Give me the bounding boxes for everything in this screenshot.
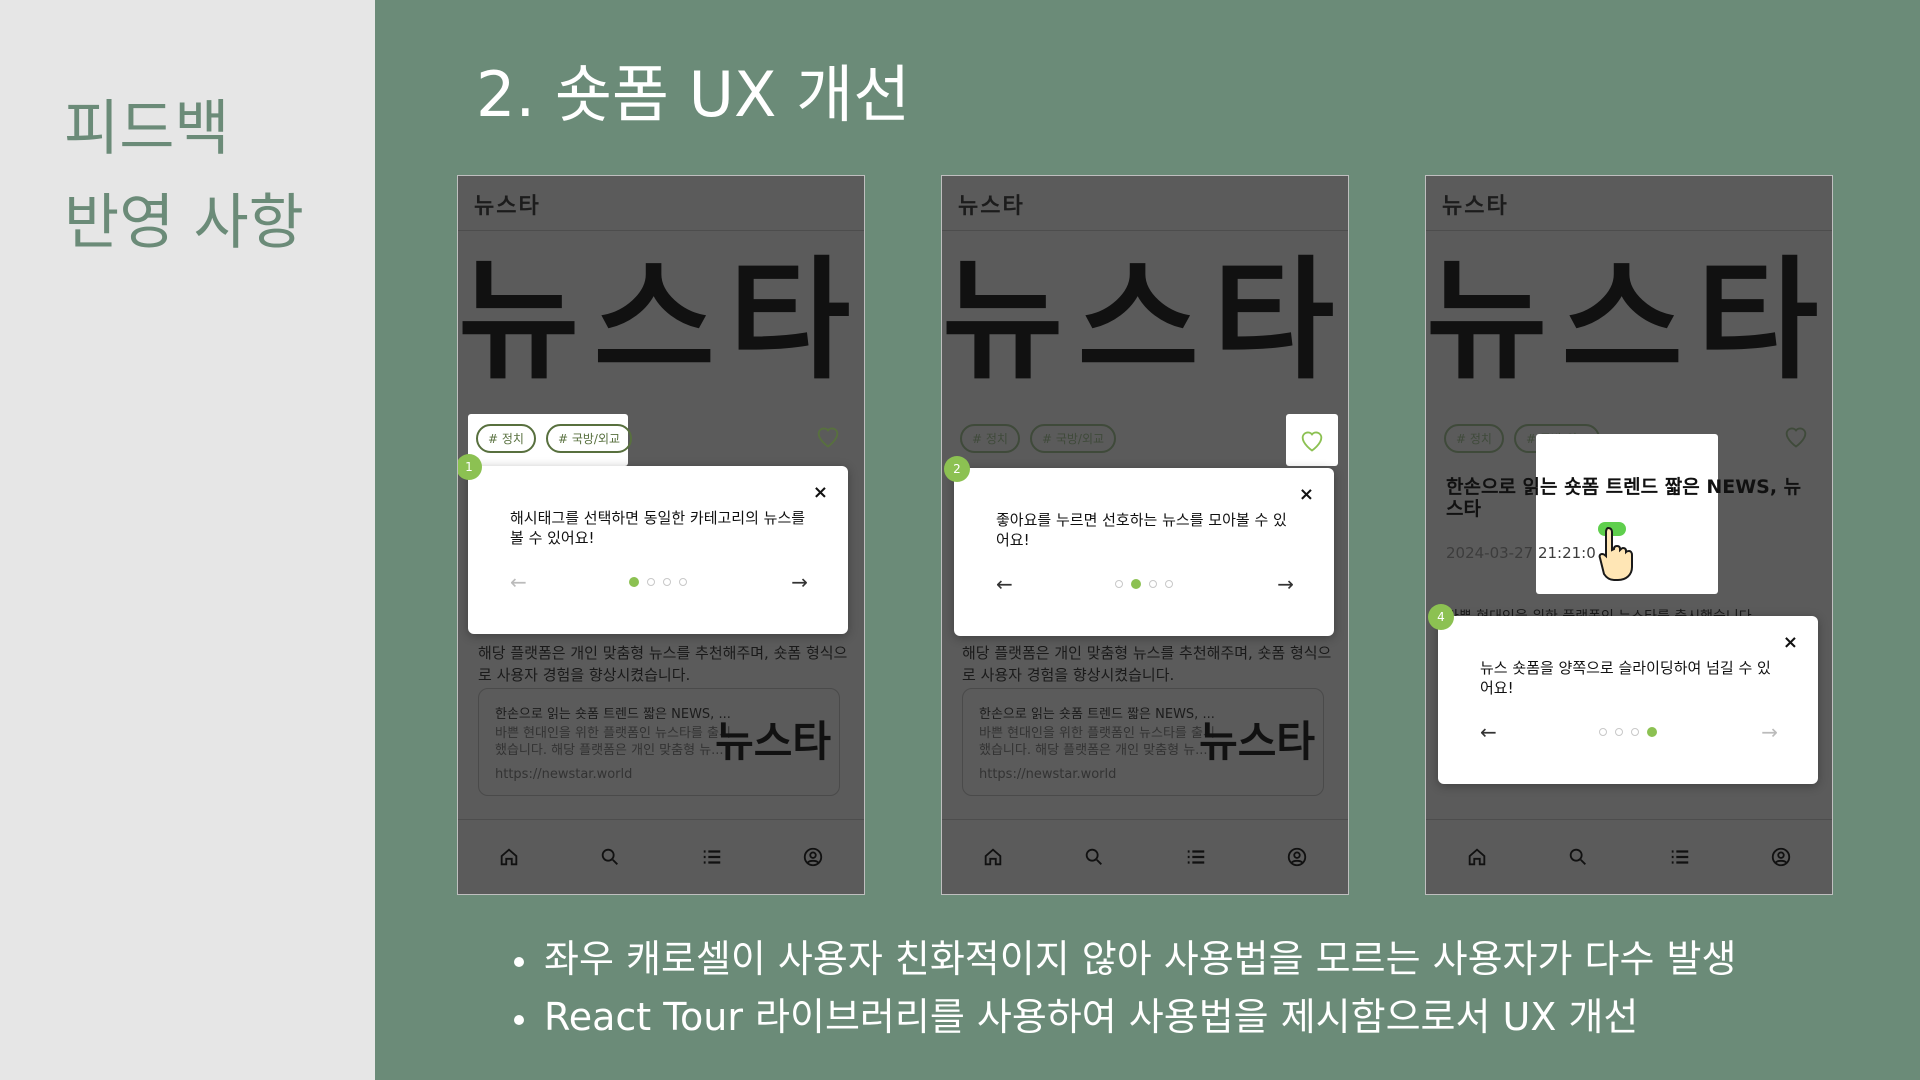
profile-icon[interactable] [1768, 844, 1794, 870]
tour-next-button[interactable]: → [791, 570, 808, 594]
hero-logo: 뉴스타 [458, 244, 865, 398]
app-header-title: 뉴스타 [958, 194, 1025, 219]
search-icon[interactable] [1081, 844, 1107, 870]
tour-next-button[interactable]: → [1761, 720, 1778, 744]
phone-screenshot-1: 뉴스타 뉴스타 # 정치 # 국방/외교 해당 플랫폼은 개인 맞춤형 뉴스를 … [457, 175, 865, 895]
hashtag-list: # 정치 # 국방/외교 [476, 424, 633, 453]
tour-next-button[interactable]: → [1277, 572, 1294, 596]
hero-logo: 뉴스타 [1426, 244, 1833, 398]
tour-dot[interactable] [629, 577, 639, 587]
hashtag-politics[interactable]: # 정치 [960, 424, 1020, 453]
hashtag-defense[interactable]: # 국방/외교 [545, 424, 633, 453]
bottom-nav [1426, 819, 1832, 894]
heart-icon[interactable] [814, 422, 842, 450]
link-card-desc: 바쁜 현대인을 위한 플랫폼인 뉴스타를 출시했습니다. 해당 플랫폼은 개인 … [979, 726, 1215, 758]
home-icon[interactable] [980, 844, 1006, 870]
phone-screenshot-2: 뉴스타 뉴스타 # 정치 # 국방/외교 해당 플랫폼은 개인 맞춤형 뉴스를 … [941, 175, 1349, 895]
app-header: 뉴스타 [942, 176, 1348, 231]
link-card-url: https://newstar.world [495, 767, 633, 782]
tour-dots [629, 577, 687, 587]
phone-screenshot-3: 뉴스타 뉴스타 # 정치 # 국방/외교 한손으로 읽는 숏폼 트렌드 짧은 N… [1425, 175, 1833, 895]
tour-text: 해시태그를 선택하면 동일한 카테고리의 뉴스를 볼 수 있어요! [510, 509, 806, 547]
list-icon[interactable] [699, 844, 725, 870]
tour-prev-button[interactable]: ← [996, 572, 1013, 596]
search-icon[interactable] [1565, 844, 1591, 870]
home-icon[interactable] [1464, 844, 1490, 870]
tour-close-button[interactable]: × [813, 482, 828, 503]
list-icon[interactable] [1667, 844, 1693, 870]
sidebar-title: 피드백 반영 사항 [64, 82, 304, 270]
bottom-nav [458, 819, 864, 894]
link-card-desc: 바쁜 현대인을 위한 플랫폼인 뉴스타를 출시했습니다. 해당 플랫폼은 개인 … [495, 726, 731, 758]
hashtag-politics[interactable]: # 정치 [1444, 424, 1504, 453]
bullet-item: React Tour 라이브러리를 사용하여 사용법을 제시함으로서 UX 개선 [510, 988, 1736, 1046]
app-header-title: 뉴스타 [1442, 194, 1509, 219]
home-icon[interactable] [496, 844, 522, 870]
link-preview-card[interactable]: 한손으로 읽는 숏폼 트렌드 짧은 NEWS, ... 바쁜 현대인을 위한 플… [478, 688, 840, 796]
tour-dot[interactable] [1149, 580, 1157, 588]
tour-dot[interactable] [679, 578, 687, 586]
link-preview-card[interactable]: 한손으로 읽는 숏폼 트렌드 짧은 NEWS, ... 바쁜 현대인을 위한 플… [962, 688, 1324, 796]
app-header-title: 뉴스타 [474, 194, 541, 219]
tour-close-button[interactable]: × [1783, 632, 1798, 653]
slide-title: 2. 숏폼 UX 개선 [476, 58, 911, 131]
sidebar-title-line1: 피드백 [64, 94, 230, 164]
heart-icon[interactable] [1298, 426, 1326, 454]
hashtag-politics[interactable]: # 정치 [476, 424, 536, 453]
tour-dot[interactable] [1615, 728, 1623, 736]
sidebar-title-line2: 반영 사항 [64, 188, 304, 258]
sidebar: 피드백 반영 사항 [0, 0, 375, 1080]
link-card-logo: 뉴스타 [1199, 717, 1315, 766]
article-body: 해당 플랫폼은 개인 맞춤형 뉴스를 추천해주며, 숏폼 형식으로 사용자 경험… [962, 644, 1332, 684]
profile-icon[interactable] [1284, 844, 1310, 870]
tour-step-badge: 1 [458, 454, 482, 480]
tour-dots [1115, 579, 1173, 589]
tour-dot[interactable] [1165, 580, 1173, 588]
tour-popover: × 좋아요를 누르면 선호하는 뉴스를 모아볼 수 있어요! ← → [954, 468, 1334, 636]
heart-icon[interactable] [1782, 422, 1810, 450]
link-card-logo: 뉴스타 [715, 717, 831, 766]
article-title: 한손으로 읽는 숏폼 트렌드 짧은 NEWS, 뉴스타 [1446, 476, 1802, 520]
tour-dot[interactable] [1599, 728, 1607, 736]
tour-step-badge: 2 [944, 456, 970, 482]
pointing-hand-icon [1598, 526, 1633, 581]
tour-close-button[interactable]: × [1299, 484, 1314, 505]
bullet-item: 좌우 캐로셀이 사용자 친화적이지 않아 사용법을 모르는 사용자가 다수 발생 [510, 930, 1736, 988]
tour-popover: × 뉴스 숏폼을 양쪽으로 슬라이딩하여 넘길 수 있어요! ← → [1438, 616, 1818, 784]
hero-logo: 뉴스타 [942, 244, 1349, 398]
link-card-title: 한손으로 읽는 숏폼 트렌드 짧은 NEWS, ... [979, 707, 1215, 722]
tour-dot[interactable] [1647, 727, 1657, 737]
tour-dot[interactable] [663, 578, 671, 586]
tour-dot[interactable] [1131, 579, 1141, 589]
article-date: 2024-03-27 21:21:0 [1446, 544, 1596, 562]
app-header: 뉴스타 [1426, 176, 1832, 231]
profile-icon[interactable] [800, 844, 826, 870]
article-body: 해당 플랫폼은 개인 맞춤형 뉴스를 추천해주며, 숏폼 형식으로 사용자 경험… [478, 644, 848, 684]
app-header: 뉴스타 [458, 176, 864, 231]
tour-dots [1599, 727, 1657, 737]
tour-text: 뉴스 숏폼을 양쪽으로 슬라이딩하여 넘길 수 있어요! [1480, 659, 1771, 697]
summary-bullets: 좌우 캐로셀이 사용자 친화적이지 않아 사용법을 모르는 사용자가 다수 발생… [510, 930, 1736, 1046]
tour-text: 좋아요를 누르면 선호하는 뉴스를 모아볼 수 있어요! [996, 511, 1287, 549]
tour-dot[interactable] [1115, 580, 1123, 588]
list-icon[interactable] [1183, 844, 1209, 870]
tour-dot[interactable] [1631, 728, 1639, 736]
link-card-url: https://newstar.world [979, 767, 1117, 782]
tour-popover: × 해시태그를 선택하면 동일한 카테고리의 뉴스를 볼 수 있어요! ← → [468, 466, 848, 634]
tour-step-badge: 4 [1428, 604, 1454, 630]
hashtag-defense[interactable]: # 국방/외교 [1029, 424, 1117, 453]
link-card-title: 한손으로 읽는 숏폼 트렌드 짧은 NEWS, ... [495, 707, 731, 722]
hashtag-list: # 정치 # 국방/외교 [960, 424, 1117, 453]
tour-prev-button[interactable]: ← [1480, 720, 1497, 744]
search-icon[interactable] [597, 844, 623, 870]
bottom-nav [942, 819, 1348, 894]
tour-dot[interactable] [647, 578, 655, 586]
tour-prev-button[interactable]: ← [510, 570, 527, 594]
